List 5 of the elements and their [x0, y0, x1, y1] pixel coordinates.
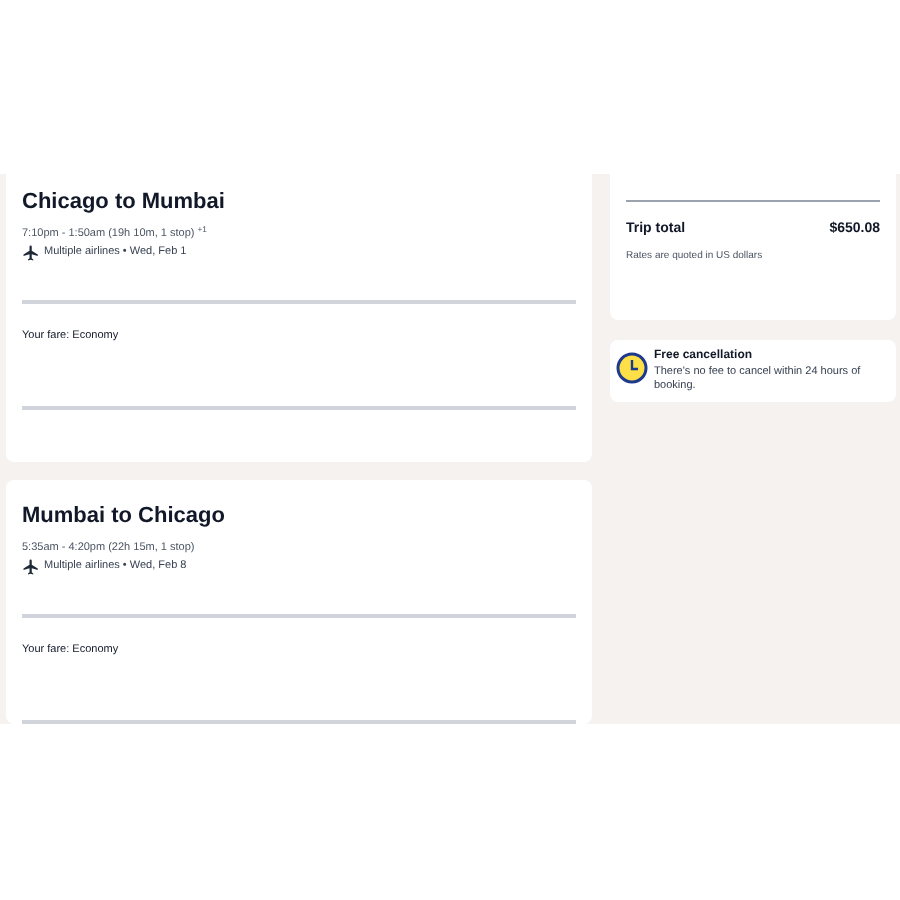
plane-icon: [22, 244, 40, 262]
clock-icon: [616, 352, 648, 384]
flight-title: Chicago to Mumbai: [22, 190, 227, 218]
plane-icon: [22, 557, 40, 576]
flight-title: Mumbai to Chicago: [22, 503, 227, 531]
